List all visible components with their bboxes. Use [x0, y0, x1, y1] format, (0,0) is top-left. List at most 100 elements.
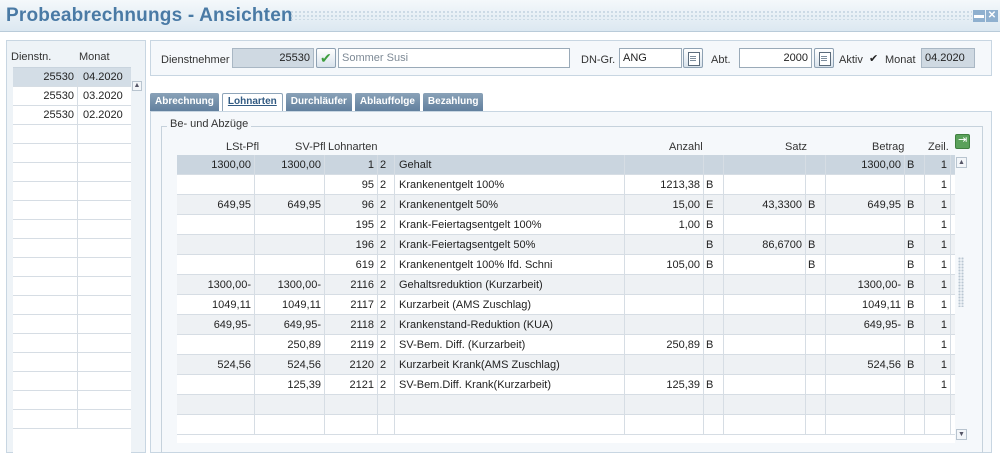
cell-betrag: 1049,11 [826, 295, 905, 315]
list-item-dienstn: 25530 [13, 106, 78, 125]
period-list-panel: Dienstn. Monat 25530 04.2020 25530 03.2020 2… [6, 40, 146, 453]
employee-name-field[interactable]: Sommer Susi [338, 48, 570, 68]
cell-satz-flag [806, 155, 826, 175]
section-title: Be- und Abzüge [167, 118, 252, 130]
cell-anzahl-flag [704, 355, 724, 375]
confirm-check-icon[interactable] [316, 48, 336, 68]
minimize-icon[interactable]: ▬ [973, 10, 985, 22]
cell-betrag-flag: B [905, 355, 925, 375]
abt-field[interactable]: 2000 [739, 48, 812, 68]
cell-anzahl-flag: E [704, 195, 724, 215]
table-row[interactable]: 250,89 2119 2 SV-Bem. Diff. (Kurzarbeit) 250… [177, 335, 955, 355]
cell-lst-pfl [177, 215, 255, 235]
list-item[interactable] [13, 163, 131, 182]
list-item[interactable] [13, 182, 131, 201]
col-header-lst[interactable]: LSt-Pfl [226, 141, 259, 153]
table-row[interactable]: 195 2 Krank-Feiertagsentgelt 100% 1,00 B 1 [177, 215, 955, 235]
cell-lst-pfl: 1300,00- [177, 275, 255, 295]
cell-anzahl [625, 415, 704, 435]
list-item[interactable]: 25530 03.2020 [13, 87, 131, 106]
list-item[interactable] [13, 296, 131, 315]
tab-ablauffolge[interactable]: Ablauffolge [354, 93, 420, 111]
table-row[interactable]: 1300,00 1300,00 1 2 Gehalt 1300,00 B 1 [177, 155, 955, 175]
table-row[interactable]: 95 2 Krankenentgelt 100% 1213,38 B 1 [177, 175, 955, 195]
list-item-monat [79, 315, 131, 334]
period-list-scrollbar[interactable]: ▲ [132, 81, 142, 451]
list-item[interactable] [13, 125, 131, 144]
col-header-zeil[interactable]: Zeil. [928, 141, 949, 153]
cell-anzahl: 15,00 [625, 195, 704, 215]
cell-betrag [826, 415, 905, 435]
col-header-satz[interactable]: Satz [785, 141, 807, 153]
list-item[interactable] [13, 144, 131, 163]
list-item-dienstn [13, 182, 78, 201]
table-row[interactable]: 524,56 524,56 2120 2 Kurzarbeit Krank(AMS Zu… [177, 355, 955, 375]
cell-satz [724, 375, 806, 395]
table-row[interactable]: 1049,11 1049,11 2117 2 Kurzarbeit (AMS Zusch… [177, 295, 955, 315]
list-item[interactable]: 25530 04.2020 [13, 68, 131, 87]
abt-lookup-icon[interactable] [814, 48, 834, 68]
cell-anzahl [625, 395, 704, 415]
list-item-dienstn [13, 258, 78, 277]
cell-anzahl [625, 155, 704, 175]
dngr-lookup-icon[interactable] [683, 48, 703, 68]
cell-anzahl [625, 355, 704, 375]
cell-betrag: 649,95- [826, 315, 905, 335]
list-item-monat [79, 410, 131, 429]
grid-scrollbar[interactable]: ▲ ▼ [956, 157, 967, 440]
list-item[interactable]: 25530 02.2020 [13, 106, 131, 125]
tab-bezahlung[interactable]: Bezahlung [422, 93, 484, 111]
list-item[interactable] [13, 201, 131, 220]
tab-abrechnung[interactable]: Abrechnung [150, 93, 219, 111]
list-item[interactable] [13, 410, 131, 429]
list-item[interactable] [13, 315, 131, 334]
aktiv-checkbox[interactable]: ✔ [869, 54, 879, 65]
scroll-up-icon[interactable]: ▲ [132, 81, 142, 91]
tab-lohnarten[interactable]: Lohnarten [221, 93, 283, 111]
table-row[interactable]: 1300,00- 1300,00- 2116 2 Gehaltsreduktion (K… [177, 275, 955, 295]
list-item[interactable] [13, 391, 131, 410]
scroll-down-icon[interactable]: ▼ [956, 429, 967, 440]
scroll-up-icon[interactable]: ▲ [956, 157, 967, 168]
dienstnehmer-field[interactable]: 25530 [232, 48, 314, 68]
export-icon[interactable] [955, 133, 970, 149]
table-row[interactable]: 619 2 Krankenentgelt 100% lfd. Schni 105,00… [177, 255, 955, 275]
dngr-field[interactable]: ANG [619, 48, 682, 68]
cell-satz-flag [806, 175, 826, 195]
table-row[interactable] [177, 395, 955, 415]
abt-label: Abt. [711, 54, 731, 66]
table-row[interactable]: 649,95 649,95 96 2 Krankenentgelt 50% 15,00 E 4… [177, 195, 955, 215]
col-header-betrag[interactable]: Betrag [872, 141, 904, 153]
cell-sv-pfl: 524,56 [255, 355, 325, 375]
col-header-lohnarten[interactable]: Lohnarten [328, 141, 378, 153]
col-header-sv[interactable]: SV-Pfl [295, 141, 326, 153]
cell-betrag [826, 175, 905, 195]
col-header-anzahl[interactable]: Anzahl [669, 141, 703, 153]
list-item-monat [79, 277, 131, 296]
list-item[interactable] [13, 277, 131, 296]
col-header-dienstn[interactable]: Dienstn. [11, 51, 51, 63]
tab-durchläufer[interactable]: Durchläufer [285, 93, 352, 111]
cell-sv-pfl: 649,95 [255, 195, 325, 215]
list-item[interactable] [13, 334, 131, 353]
list-item-monat [79, 372, 131, 391]
list-item[interactable] [13, 258, 131, 277]
table-row[interactable]: 125,39 2121 2 SV-Bem.Diff. Krank(Kurzarbeit… [177, 375, 955, 395]
monat-field[interactable]: 04.2020 [921, 48, 975, 68]
col-header-monat[interactable]: Monat [79, 51, 110, 63]
list-item[interactable] [13, 239, 131, 258]
list-item[interactable] [13, 372, 131, 391]
table-row[interactable]: 196 2 Krank-Feiertagsentgelt 50% B 86,6700 B B… [177, 235, 955, 255]
cell-betrag-flag: B [905, 195, 925, 215]
cell-lohnart-nr: 1 [325, 155, 378, 175]
cell-betrag-flag [905, 375, 925, 395]
list-item[interactable] [13, 220, 131, 239]
cell-zeil: 1 [925, 215, 951, 235]
close-icon[interactable]: ✕ [986, 10, 998, 22]
dngr-label: DN-Gr. [581, 54, 616, 66]
aktiv-label: Aktiv [839, 54, 863, 66]
scroll-grip[interactable] [958, 257, 964, 307]
table-row[interactable]: 649,95- 649,95- 2118 2 Krankenstand-Reduktio… [177, 315, 955, 335]
table-row[interactable] [177, 415, 955, 435]
list-item[interactable] [13, 353, 131, 372]
